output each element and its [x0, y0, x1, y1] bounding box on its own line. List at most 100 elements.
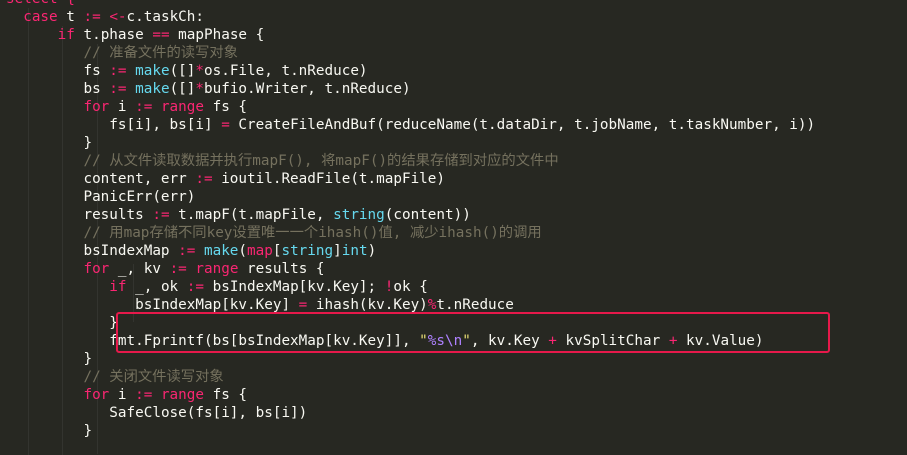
code-token: // 准备文件的读写对象 [83, 45, 238, 61]
code-line: fs := make([]*os.File, t.nReduce) [6, 62, 368, 80]
code-token: ok { [393, 279, 428, 295]
code-token: for [83, 261, 110, 277]
code-token: _, kv [109, 261, 170, 277]
code-token: fmt.Fprintf(bs[bsIndexMap[kv.Key]], [109, 333, 420, 349]
code-line: // 用map存储不同key设置唯一一个ihash()值, 减少ihash()的… [6, 224, 542, 242]
code-line: fs[i], bs[i] = CreateFileAndBuf(reduceNa… [6, 116, 815, 134]
code-token: ([] [169, 81, 196, 97]
code-line: // 关闭文件读写对象 [6, 368, 223, 386]
code-token: bsIndexMap[kv.Key]; [204, 279, 385, 295]
code-line: for i := range fs { [6, 98, 247, 116]
code-token: kvSplitChar [556, 333, 669, 349]
code-line: } [6, 422, 92, 440]
code-token: // 用map存储不同key设置唯一一个ihash()值, 减少ihash()的… [83, 225, 542, 241]
code-token: = [221, 117, 230, 133]
code-editor[interactable]: select { case t := <-c.taskCh: if t.phas… [0, 0, 907, 455]
code-token: fs [83, 63, 110, 79]
code-line: SafeClose(fs[i], bs[i]) [6, 404, 307, 422]
code-line: // 准备文件的读写对象 [6, 44, 238, 62]
code-token: bs [83, 81, 110, 97]
code-line: PanicErr(err) [6, 188, 195, 206]
code-line: } [6, 314, 118, 332]
code-token: case [23, 9, 58, 25]
code-token: fs { [204, 387, 248, 403]
code-token: * [195, 63, 204, 79]
code-token: make [135, 63, 170, 79]
code-token: %s\n [427, 333, 463, 349]
code-token: CreateFileAndBuf(reduceName(t.dataDir, t… [229, 117, 816, 133]
code-token: ioutil.ReadFile(t.mapFile) [212, 171, 445, 187]
code-token: map [247, 243, 273, 259]
code-line: } [6, 350, 92, 368]
code-line: bs := make([]*bufio.Writer, t.nReduce) [6, 80, 410, 98]
code-token: } [83, 135, 93, 151]
code-token: i [109, 387, 136, 403]
code-token: := [152, 207, 170, 223]
code-token: mapPhase { [169, 27, 265, 43]
code-line: if _, ok := bsIndexMap[kv.Key]; !ok { [6, 278, 428, 296]
code-token: make [203, 243, 239, 259]
code-token: PanicErr(err) [83, 189, 196, 205]
code-token: <- [109, 9, 127, 25]
code-line: bsIndexMap[kv.Key] = ihash(kv.Key)%t.nRe… [6, 296, 514, 314]
code-token: bsIndexMap[kv.Key] [135, 297, 299, 313]
code-token: results [83, 207, 153, 223]
code-token: == [152, 27, 170, 43]
code-token: := [83, 9, 101, 25]
code-token: " [419, 333, 428, 349]
code-token: t.nReduce [436, 297, 514, 313]
code-token: } [83, 423, 93, 439]
code-token: ] [333, 243, 342, 259]
code-token: + [548, 333, 557, 349]
code-token: fs[i], bs[i] [109, 117, 222, 133]
code-token: fs { [204, 99, 248, 115]
code-token: := [178, 243, 196, 259]
code-token: (content)) [384, 207, 471, 223]
code-token: ( [238, 243, 248, 259]
code-token: t.phase [74, 27, 153, 43]
code-line: results := t.mapF(t.mapFile, string(cont… [6, 206, 471, 224]
code-token: } [83, 351, 93, 367]
code-token: range [160, 99, 204, 115]
code-token: make [135, 81, 170, 97]
code-token: " [462, 333, 471, 349]
code-token: os.File, t.nReduce) [204, 63, 368, 79]
code-token: range [195, 261, 239, 277]
code-token: := [195, 171, 213, 187]
code-token: range [160, 387, 204, 403]
code-line: for i := range fs { [6, 386, 247, 404]
code-token: := [169, 261, 187, 277]
code-token: , kv.Key [470, 333, 549, 349]
code-token: for [83, 387, 110, 403]
code-token: c.taskCh: [126, 9, 204, 25]
code-token: if [57, 27, 75, 43]
code-token: SafeClose(fs[i], bs[i]) [109, 405, 308, 421]
code-line: // 从文件读取数据并执行mapF(), 将mapF()的结果存储到对应的文件中 [6, 152, 558, 170]
code-token: ihash(kv.Key) [307, 297, 428, 313]
code-token: } [109, 315, 118, 331]
code-token: int [341, 243, 368, 259]
code-line: case t := <-c.taskCh: [6, 8, 204, 26]
